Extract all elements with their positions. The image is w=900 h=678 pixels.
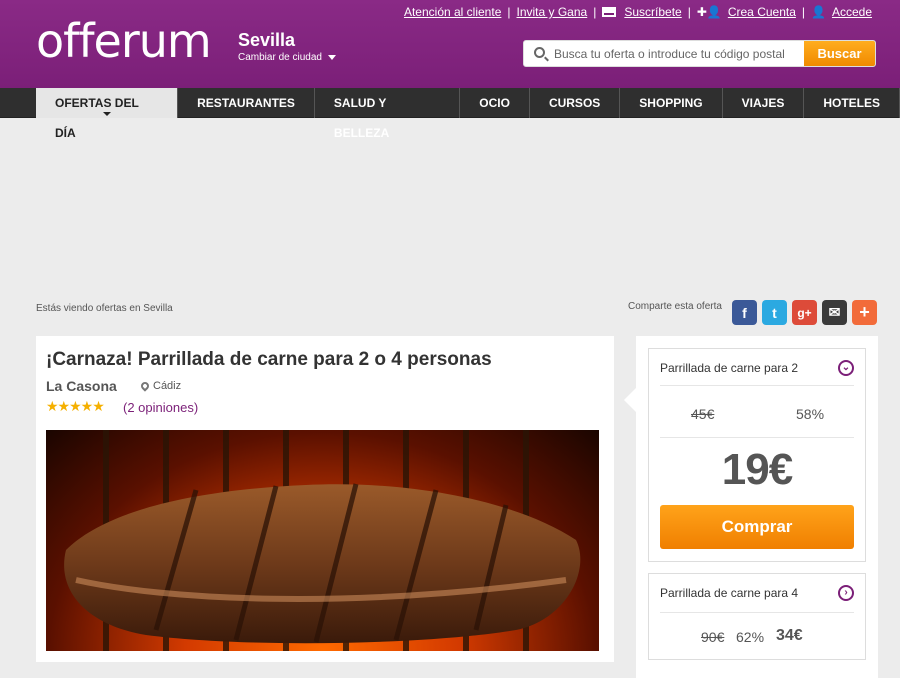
chevron-right-icon[interactable]: › xyxy=(838,585,854,601)
change-city-dropdown[interactable]: Cambiar de ciudad xyxy=(238,52,336,63)
divider xyxy=(660,437,854,438)
separator: | xyxy=(593,5,597,19)
deal-price: 34€ xyxy=(776,627,803,644)
email-share-button[interactable]: ✉ xyxy=(822,300,847,325)
divider xyxy=(660,612,854,613)
more-share-button[interactable]: + xyxy=(852,300,877,325)
discount-percent: 58% xyxy=(796,406,825,422)
search-icon xyxy=(534,47,545,58)
create-account-link[interactable]: Crea Cuenta xyxy=(728,5,796,19)
nav-item-cursos[interactable]: CURSOS xyxy=(530,88,621,118)
option-title: Parrillada de carne para 2 xyxy=(660,361,799,375)
nav-item-restaurantes[interactable]: RESTAURANTES xyxy=(178,88,315,118)
option-title: Parrillada de carne para 4 xyxy=(660,586,799,600)
offerum-logo[interactable]: offerum xyxy=(36,14,212,68)
sidebar-pointer xyxy=(624,388,636,412)
separator: | xyxy=(801,5,806,19)
chevron-down-icon[interactable]: ⌄ xyxy=(838,360,854,376)
deal-title: ¡Carnaza! Parrillada de carne para 2 o 4… xyxy=(46,349,492,370)
deal-location: Cádiz xyxy=(139,380,182,392)
location-label: Cádiz xyxy=(153,380,182,392)
customer-service-link[interactable]: Atención al cliente xyxy=(404,5,501,19)
divider xyxy=(660,385,854,386)
deal-price: 19€ xyxy=(721,445,793,494)
share-label: Comparte esta oferta xyxy=(628,301,722,312)
nav-item-ofertas-del-dia[interactable]: OFERTAS DEL DÍA xyxy=(36,88,179,140)
add-user-icon: ✚👤 xyxy=(696,5,722,19)
twitter-share-button[interactable]: t xyxy=(762,300,787,325)
nav-item-viajes[interactable]: VIAJES xyxy=(723,88,805,118)
nav-item-ocio[interactable]: OCIO xyxy=(460,88,530,118)
facebook-share-button[interactable]: f xyxy=(732,300,757,325)
login-link[interactable]: Accede xyxy=(832,5,872,19)
envelope-icon xyxy=(602,7,617,17)
map-pin-icon xyxy=(139,380,151,392)
search-button[interactable]: Buscar xyxy=(804,41,875,66)
share-buttons: f t g+ ✉ + xyxy=(732,300,877,325)
user-icon: 👤 xyxy=(811,5,826,19)
search-input[interactable] xyxy=(554,41,804,66)
nav-item-shopping[interactable]: SHOPPING xyxy=(620,88,723,118)
invite-link[interactable]: Invita y Gana xyxy=(517,5,588,19)
grilled-steak-image xyxy=(64,430,581,651)
nav-item-hoteles[interactable]: HOTELES xyxy=(804,88,900,118)
chevron-down-icon xyxy=(327,55,336,60)
original-price: 45€ xyxy=(691,406,715,422)
site-header: offerum Sevilla Cambiar de ciudad Atenci… xyxy=(0,0,900,88)
nav-item-salud-y-belleza[interactable]: SALUD Y BELLEZA xyxy=(315,88,461,140)
separator: | xyxy=(687,5,691,19)
purchase-sidebar: Parrillada de carne para 2 ⌄ 45€ 58% 19€… xyxy=(624,336,878,678)
top-links: Atención al cliente | Invita y Gana | Su… xyxy=(404,5,872,19)
subscribe-link[interactable]: Suscríbete xyxy=(624,5,681,19)
separator: | xyxy=(507,5,511,19)
current-city: Sevilla xyxy=(238,30,296,50)
option-card: Parrillada de carne para 2 ⌄ 45€ 58% 19€… xyxy=(648,348,866,562)
reviews-link[interactable]: (2 opiniones) xyxy=(123,400,198,415)
deal-card: ¡Carnaza! Parrillada de carne para 2 o 4… xyxy=(36,336,614,662)
option-card[interactable]: Parrillada de carne para 4 › 90€ 62% 34€ xyxy=(648,573,866,660)
buy-button[interactable]: Comprar xyxy=(660,505,854,549)
merchant-name[interactable]: La Casona xyxy=(46,378,117,394)
viewing-city-text: Estás viendo ofertas en Sevilla xyxy=(36,303,173,314)
rating-stars: ★★★★★ xyxy=(46,398,105,414)
discount-percent: 62% xyxy=(736,629,765,645)
deal-photo xyxy=(46,430,599,651)
main-nav: OFERTAS DEL DÍA RESTAURANTES SALUD Y BEL… xyxy=(0,88,900,140)
original-price: 90€ xyxy=(701,629,725,645)
search-bar: Buscar xyxy=(523,40,876,67)
change-city-label: Cambiar de ciudad xyxy=(238,52,322,63)
google-plus-share-button[interactable]: g+ xyxy=(792,300,817,325)
